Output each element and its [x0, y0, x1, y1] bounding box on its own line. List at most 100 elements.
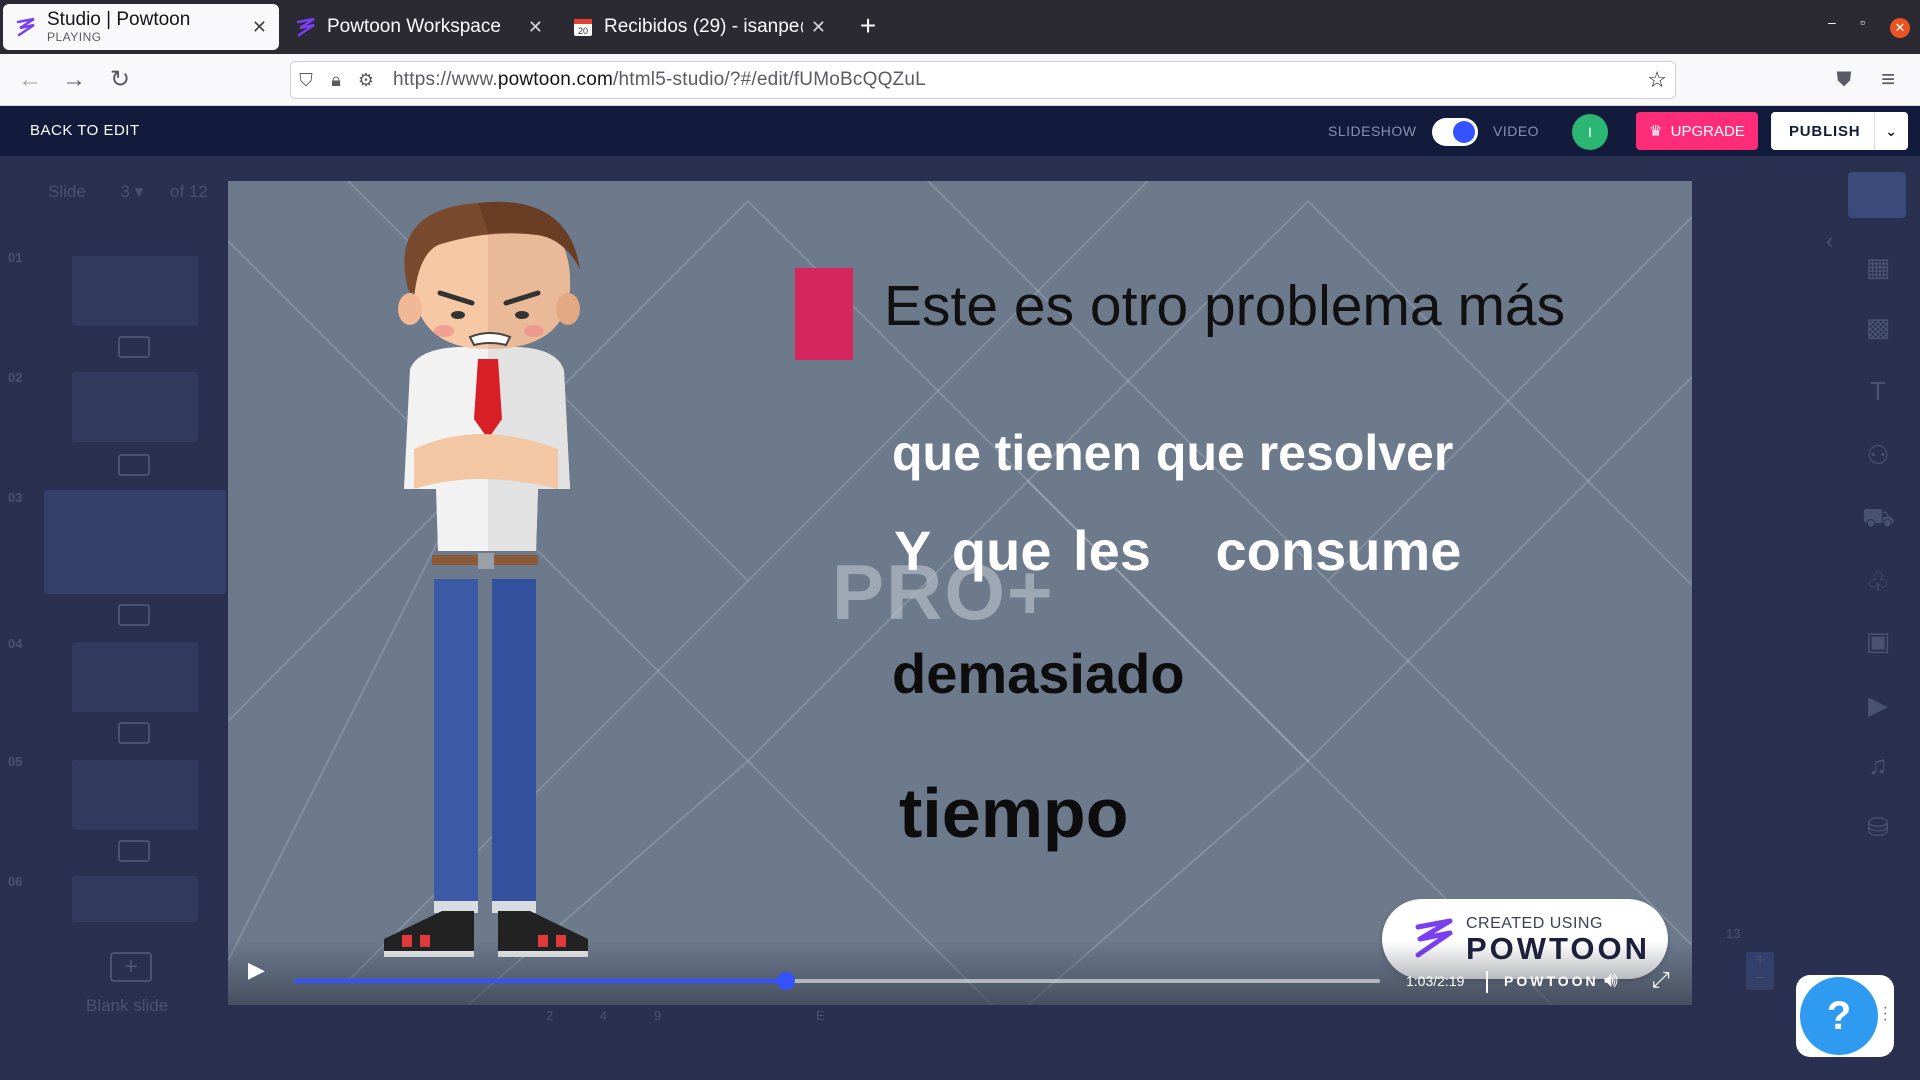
- more-icon[interactable]: · · ·: [1883, 1000, 1888, 1028]
- divider: [1486, 971, 1488, 993]
- shapes-icon[interactable]: ♧: [1862, 566, 1894, 596]
- props-icon[interactable]: ⛟: [1862, 502, 1895, 532]
- powtoon-logo-icon: [16, 17, 35, 37]
- close-tab-icon[interactable]: ✕: [252, 17, 267, 38]
- text-icon[interactable]: T: [1862, 376, 1894, 406]
- shield-icon[interactable]: ⛉: [291, 70, 321, 91]
- upgrade-button[interactable]: ♛ UPGRADE: [1636, 112, 1758, 150]
- timeline-number: E: [816, 1008, 825, 1023]
- add-slide-icon[interactable]: [118, 604, 150, 626]
- minimize-icon[interactable]: –: [1828, 14, 1836, 30]
- slide-thumbnail-current[interactable]: [44, 490, 226, 594]
- slide-thumbnail[interactable]: [72, 760, 198, 830]
- slide-thumbnail[interactable]: [72, 256, 198, 326]
- background-icon[interactable]: ▩: [1862, 312, 1894, 342]
- avatar[interactable]: I: [1572, 114, 1608, 150]
- accent-block: [795, 268, 853, 360]
- image-icon[interactable]: ▣: [1862, 626, 1894, 656]
- bookmark-star-icon[interactable]: ☆: [1647, 67, 1667, 93]
- slide-number: 03: [8, 490, 23, 505]
- slide-thumbnail[interactable]: [72, 372, 198, 442]
- crown-icon: ♛: [1649, 123, 1663, 140]
- tab-title: Studio | Powtoon: [47, 9, 191, 30]
- fullscreen-icon[interactable]: ⤢: [1652, 967, 1670, 993]
- badge-caption: CREATED USING: [1466, 914, 1603, 932]
- reload-icon[interactable]: ↻: [104, 64, 136, 96]
- progress-handle[interactable]: [776, 972, 795, 990]
- tab-subtitle: PLAYING: [47, 29, 102, 44]
- timeline-number: 9: [654, 1008, 662, 1023]
- tab-title: Recibidos (29) - isanpe@g: [604, 16, 803, 37]
- volume-icon[interactable]: 🔊︎: [1604, 967, 1618, 993]
- slide-number: 02: [8, 370, 23, 385]
- publish-button[interactable]: PUBLISH ⌄: [1771, 112, 1908, 150]
- music-icon[interactable]: ♫: [1862, 750, 1894, 780]
- menu-icon[interactable]: ≡: [1872, 64, 1904, 96]
- restore-icon[interactable]: ▫: [1860, 14, 1865, 30]
- slide-thumbnail[interactable]: [72, 876, 198, 922]
- slide-text-line: demasiado: [892, 642, 1185, 705]
- slideshow-player[interactable]: Este es otro problema más que tienen que…: [228, 181, 1692, 1005]
- back-arrow-icon[interactable]: ←: [14, 64, 46, 96]
- slide-selector[interactable]: Slide 3 ▾ of 12: [48, 182, 208, 202]
- character-legs: [434, 579, 536, 913]
- address-bar[interactable]: ⛉ 🔒︎ ⚙ https://www.powtoon.com/html5-stu…: [290, 61, 1676, 99]
- tab-gmail[interactable]: 20 Recibidos (29) - isanpe@g ✕: [560, 4, 838, 50]
- slide-thumbnail[interactable]: [72, 642, 198, 712]
- close-tab-icon[interactable]: ✕: [528, 17, 543, 38]
- characters-icon[interactable]: ⚇: [1862, 440, 1894, 470]
- add-slide-icon[interactable]: [118, 454, 150, 476]
- new-tab-button[interactable]: +: [852, 10, 884, 42]
- slide-total: of 12: [170, 182, 208, 201]
- add-slide-icon[interactable]: [118, 722, 150, 744]
- help-widget[interactable]: ? · · ·: [1796, 975, 1894, 1057]
- character-thumbnail[interactable]: [1848, 172, 1906, 218]
- slide-current[interactable]: 3: [121, 182, 130, 201]
- slide-heading: Este es otro problema más: [884, 274, 1566, 338]
- slide-text-line: tiempo: [899, 774, 1129, 852]
- video-icon[interactable]: ▶: [1862, 690, 1894, 720]
- player-controls: ▶ 1:03/2:19 POWTOON 🔊︎ ⤢: [228, 941, 1692, 1005]
- chevron-down-icon[interactable]: ⌄: [1874, 112, 1908, 150]
- lock-icon[interactable]: 🔒︎: [321, 70, 351, 91]
- mode-video-label[interactable]: VIDEO: [1493, 123, 1539, 139]
- close-tab-icon[interactable]: ✕: [811, 17, 826, 38]
- progress-fill: [294, 979, 786, 983]
- slide-number: 01: [8, 250, 23, 265]
- back-to-edit-button[interactable]: BACK TO EDIT: [30, 122, 140, 139]
- mode-slideshow-label[interactable]: SLIDESHOW: [1328, 123, 1417, 139]
- tab-workspace[interactable]: Powtoon Workspace ✕: [283, 4, 555, 50]
- mode-toggle[interactable]: [1432, 118, 1478, 146]
- add-blank-slide-icon[interactable]: +: [110, 952, 152, 982]
- zoom-control[interactable]: + −: [1746, 952, 1774, 990]
- add-slide-icon[interactable]: [118, 336, 150, 358]
- angry-businessman-illustration: [384, 201, 588, 957]
- chevron-left-icon[interactable]: ‹: [1826, 228, 1833, 254]
- play-icon[interactable]: ▶: [248, 957, 272, 982]
- powtoon-logo-icon: [296, 17, 315, 37]
- progress-track[interactable]: [294, 972, 1380, 990]
- permissions-icon[interactable]: ⚙: [351, 70, 381, 91]
- slide-number: 04: [8, 636, 23, 651]
- layout-icon[interactable]: ▦: [1862, 252, 1894, 282]
- character-head: [398, 201, 580, 349]
- publish-label: PUBLISH: [1789, 122, 1861, 140]
- timeline-number: 4: [600, 1008, 608, 1023]
- blank-slide-label[interactable]: Blank slide: [86, 996, 168, 1016]
- timeline-number: 2: [546, 1008, 554, 1023]
- transitions-icon[interactable]: ⛁: [1862, 812, 1894, 842]
- tab-studio[interactable]: Studio | Powtoon PLAYING ✕: [3, 4, 279, 50]
- add-slide-icon[interactable]: [118, 840, 150, 862]
- studio-header: BACK TO EDIT SLIDESHOW VIDEO I ♛ UPGRADE…: [0, 106, 1920, 156]
- side-number: 13: [1726, 926, 1741, 941]
- window-close-icon[interactable]: ✕: [1890, 18, 1910, 38]
- pocket-icon[interactable]: ⛊: [1828, 64, 1860, 96]
- help-button[interactable]: ?: [1800, 977, 1878, 1055]
- tab-title: Powtoon Workspace: [327, 16, 501, 37]
- forward-arrow-icon[interactable]: →: [58, 64, 90, 96]
- powtoon-brand[interactable]: POWTOON: [1504, 973, 1599, 989]
- toggle-knob: [1453, 121, 1475, 143]
- slide-text-line: Y que les consume: [894, 519, 1462, 582]
- playback-time: 1:03/2:19: [1406, 973, 1465, 989]
- url-text[interactable]: https://www.powtoon.com/html5-studio/?#/…: [393, 69, 926, 91]
